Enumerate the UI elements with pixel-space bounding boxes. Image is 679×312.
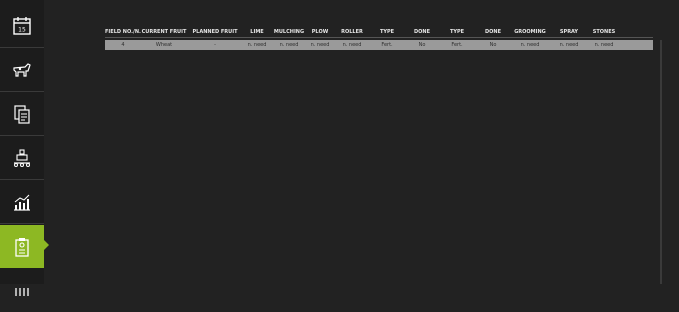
cell-field-no: 4 bbox=[121, 42, 125, 48]
column-header-lime[interactable]: LIME bbox=[242, 27, 272, 37]
calendar-icon: 15 bbox=[13, 17, 31, 35]
column-header-stones[interactable]: STONES bbox=[589, 27, 619, 37]
column-header-type-spray[interactable]: TYPE bbox=[442, 27, 472, 37]
svg-text:15: 15 bbox=[18, 27, 26, 34]
cell-roller: n. need bbox=[342, 42, 362, 48]
sidebar-item-contracts[interactable] bbox=[0, 93, 44, 136]
column-header-grooming[interactable]: GROOMING bbox=[512, 27, 548, 37]
sidebar-item-field-plan[interactable] bbox=[0, 225, 44, 268]
column-header-type-fertilizer[interactable]: TYPE bbox=[372, 27, 402, 37]
table-row[interactable]: 4 Wheat - n. need n. need n. need n. nee… bbox=[105, 40, 653, 50]
column-header-field-no[interactable]: FIELD NO./N... bbox=[105, 27, 141, 37]
sidebar-item-calendar[interactable]: 15 bbox=[0, 5, 44, 48]
column-header-spray[interactable]: SPRAY bbox=[556, 27, 582, 37]
cell-grooming: n. need bbox=[520, 42, 540, 48]
cell-mulching: n. need bbox=[279, 42, 299, 48]
cell-planned-fruit: - bbox=[214, 42, 216, 48]
sidebar-item-statistics[interactable] bbox=[0, 181, 44, 224]
column-header-done-spray[interactable]: DONE bbox=[478, 27, 508, 37]
cell-lime: n. need bbox=[247, 42, 267, 48]
cell-type-fertilizer: Fert. bbox=[381, 42, 393, 48]
column-header-plow[interactable]: PLOW bbox=[306, 27, 334, 37]
cell-plow: n. need bbox=[310, 42, 330, 48]
column-header-roller[interactable]: ROLLER bbox=[335, 27, 369, 37]
cell-spray: n. need bbox=[559, 42, 579, 48]
column-header-current-fruit[interactable]: CURRENT FRUIT bbox=[141, 27, 187, 37]
cell-done-fertilizer: No bbox=[418, 42, 426, 48]
column-header-mulching[interactable]: MULCHING bbox=[272, 27, 306, 37]
column-header-planned-fruit[interactable]: PLANNED FRUIT bbox=[192, 27, 238, 37]
cell-current-fruit: Wheat bbox=[155, 42, 173, 48]
statistics-icon bbox=[14, 194, 30, 211]
contracts-icon bbox=[14, 105, 30, 124]
cell-done-spray: No bbox=[489, 42, 497, 48]
sidebar-item-production[interactable] bbox=[0, 137, 44, 180]
more-icon bbox=[15, 287, 29, 296]
cell-stones: n. need bbox=[594, 42, 614, 48]
scrollbar[interactable] bbox=[660, 40, 662, 284]
column-header-done-fertilizer[interactable]: DONE bbox=[407, 27, 437, 37]
sidebar: 15 bbox=[0, 0, 44, 296]
sidebar-item-livestock[interactable] bbox=[0, 49, 44, 92]
table-header: FIELD NO./N... CURRENT FRUIT PLANNED FRU… bbox=[105, 27, 653, 38]
cell-type-spray: Fert. bbox=[451, 42, 463, 48]
field-plan-icon bbox=[15, 237, 29, 257]
sidebar-item-more[interactable] bbox=[0, 269, 44, 312]
active-indicator-arrow bbox=[44, 240, 49, 250]
livestock-icon bbox=[13, 63, 31, 77]
production-icon bbox=[14, 149, 30, 167]
